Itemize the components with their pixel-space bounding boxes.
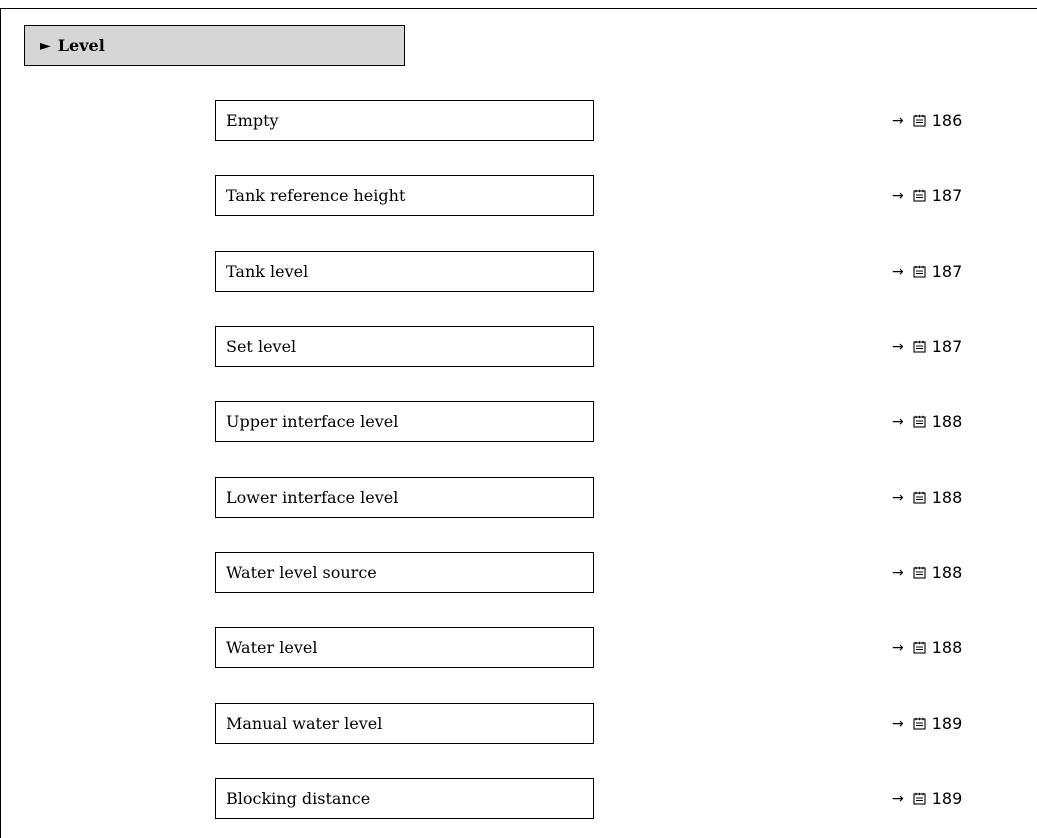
page-number: 188 xyxy=(931,412,963,431)
parameter-label: Tank level xyxy=(226,262,309,281)
parameter-item[interactable]: Water level source xyxy=(215,552,594,593)
page-number: 188 xyxy=(931,488,963,507)
book-icon xyxy=(913,340,926,353)
arrow-right-icon: → xyxy=(892,489,904,506)
arrow-right-icon: → xyxy=(892,413,904,430)
page-reference-link[interactable]: → 186 xyxy=(892,100,1002,141)
arrow-right-icon: → xyxy=(892,338,904,355)
page-reference-link[interactable]: → 188 xyxy=(892,401,1002,442)
frame-left-border xyxy=(0,8,1,838)
page-reference-link[interactable]: → 189 xyxy=(892,778,1002,819)
parameter-item[interactable]: Tank reference height xyxy=(215,175,594,216)
arrow-right-icon: → xyxy=(892,790,904,807)
parameter-label: Water level xyxy=(226,638,318,657)
page-number: 187 xyxy=(931,262,963,281)
book-icon xyxy=(913,189,926,202)
parameter-label: Tank reference height xyxy=(226,186,406,205)
book-icon xyxy=(913,491,926,504)
triangle-right-icon: ► xyxy=(40,37,51,54)
parameter-label: Water level source xyxy=(226,563,377,582)
book-icon xyxy=(913,792,926,805)
page-number: 186 xyxy=(931,111,963,130)
book-icon xyxy=(913,566,926,579)
parameter-label: Upper interface level xyxy=(226,412,399,431)
parameter-item[interactable]: Upper interface level xyxy=(215,401,594,442)
page-number: 187 xyxy=(931,337,963,356)
book-icon xyxy=(913,641,926,654)
arrow-right-icon: → xyxy=(892,715,904,732)
parameter-item[interactable]: Manual water level xyxy=(215,703,594,744)
parameter-item[interactable]: Water level xyxy=(215,627,594,668)
parameter-item[interactable]: Lower interface level xyxy=(215,477,594,518)
page-reference-link[interactable]: → 187 xyxy=(892,326,1002,367)
parameter-label: Set level xyxy=(226,337,297,356)
page-number: 189 xyxy=(931,789,963,808)
page-reference-link[interactable]: → 188 xyxy=(892,477,1002,518)
page-reference-link[interactable]: → 188 xyxy=(892,552,1002,593)
section-title: Level xyxy=(57,36,105,55)
parameter-item[interactable]: Blocking distance xyxy=(215,778,594,819)
parameter-label: Lower interface level xyxy=(226,488,399,507)
page-number: 188 xyxy=(931,563,963,582)
page-number: 188 xyxy=(931,638,963,657)
parameter-item[interactable]: Set level xyxy=(215,326,594,367)
parameter-label: Empty xyxy=(226,111,279,130)
page-reference-link[interactable]: → 189 xyxy=(892,703,1002,744)
parameter-item[interactable]: Tank level xyxy=(215,251,594,292)
page-number: 189 xyxy=(931,714,963,733)
parameter-item[interactable]: Empty xyxy=(215,100,594,141)
arrow-right-icon: → xyxy=(892,187,904,204)
parameter-label: Manual water level xyxy=(226,714,383,733)
arrow-right-icon: → xyxy=(892,564,904,581)
arrow-right-icon: → xyxy=(892,263,904,280)
page-reference-link[interactable]: → 187 xyxy=(892,175,1002,216)
arrow-right-icon: → xyxy=(892,639,904,656)
page-reference-link[interactable]: → 187 xyxy=(892,251,1002,292)
book-icon xyxy=(913,415,926,428)
book-icon xyxy=(913,265,926,278)
frame-top-border xyxy=(0,8,1037,9)
book-icon xyxy=(913,114,926,127)
page-reference-link[interactable]: → 188 xyxy=(892,627,1002,668)
book-icon xyxy=(913,717,926,730)
parameter-label: Blocking distance xyxy=(226,789,371,808)
page-number: 187 xyxy=(931,186,963,205)
arrow-right-icon: → xyxy=(892,112,904,129)
section-header-level[interactable]: ► Level xyxy=(24,25,405,66)
